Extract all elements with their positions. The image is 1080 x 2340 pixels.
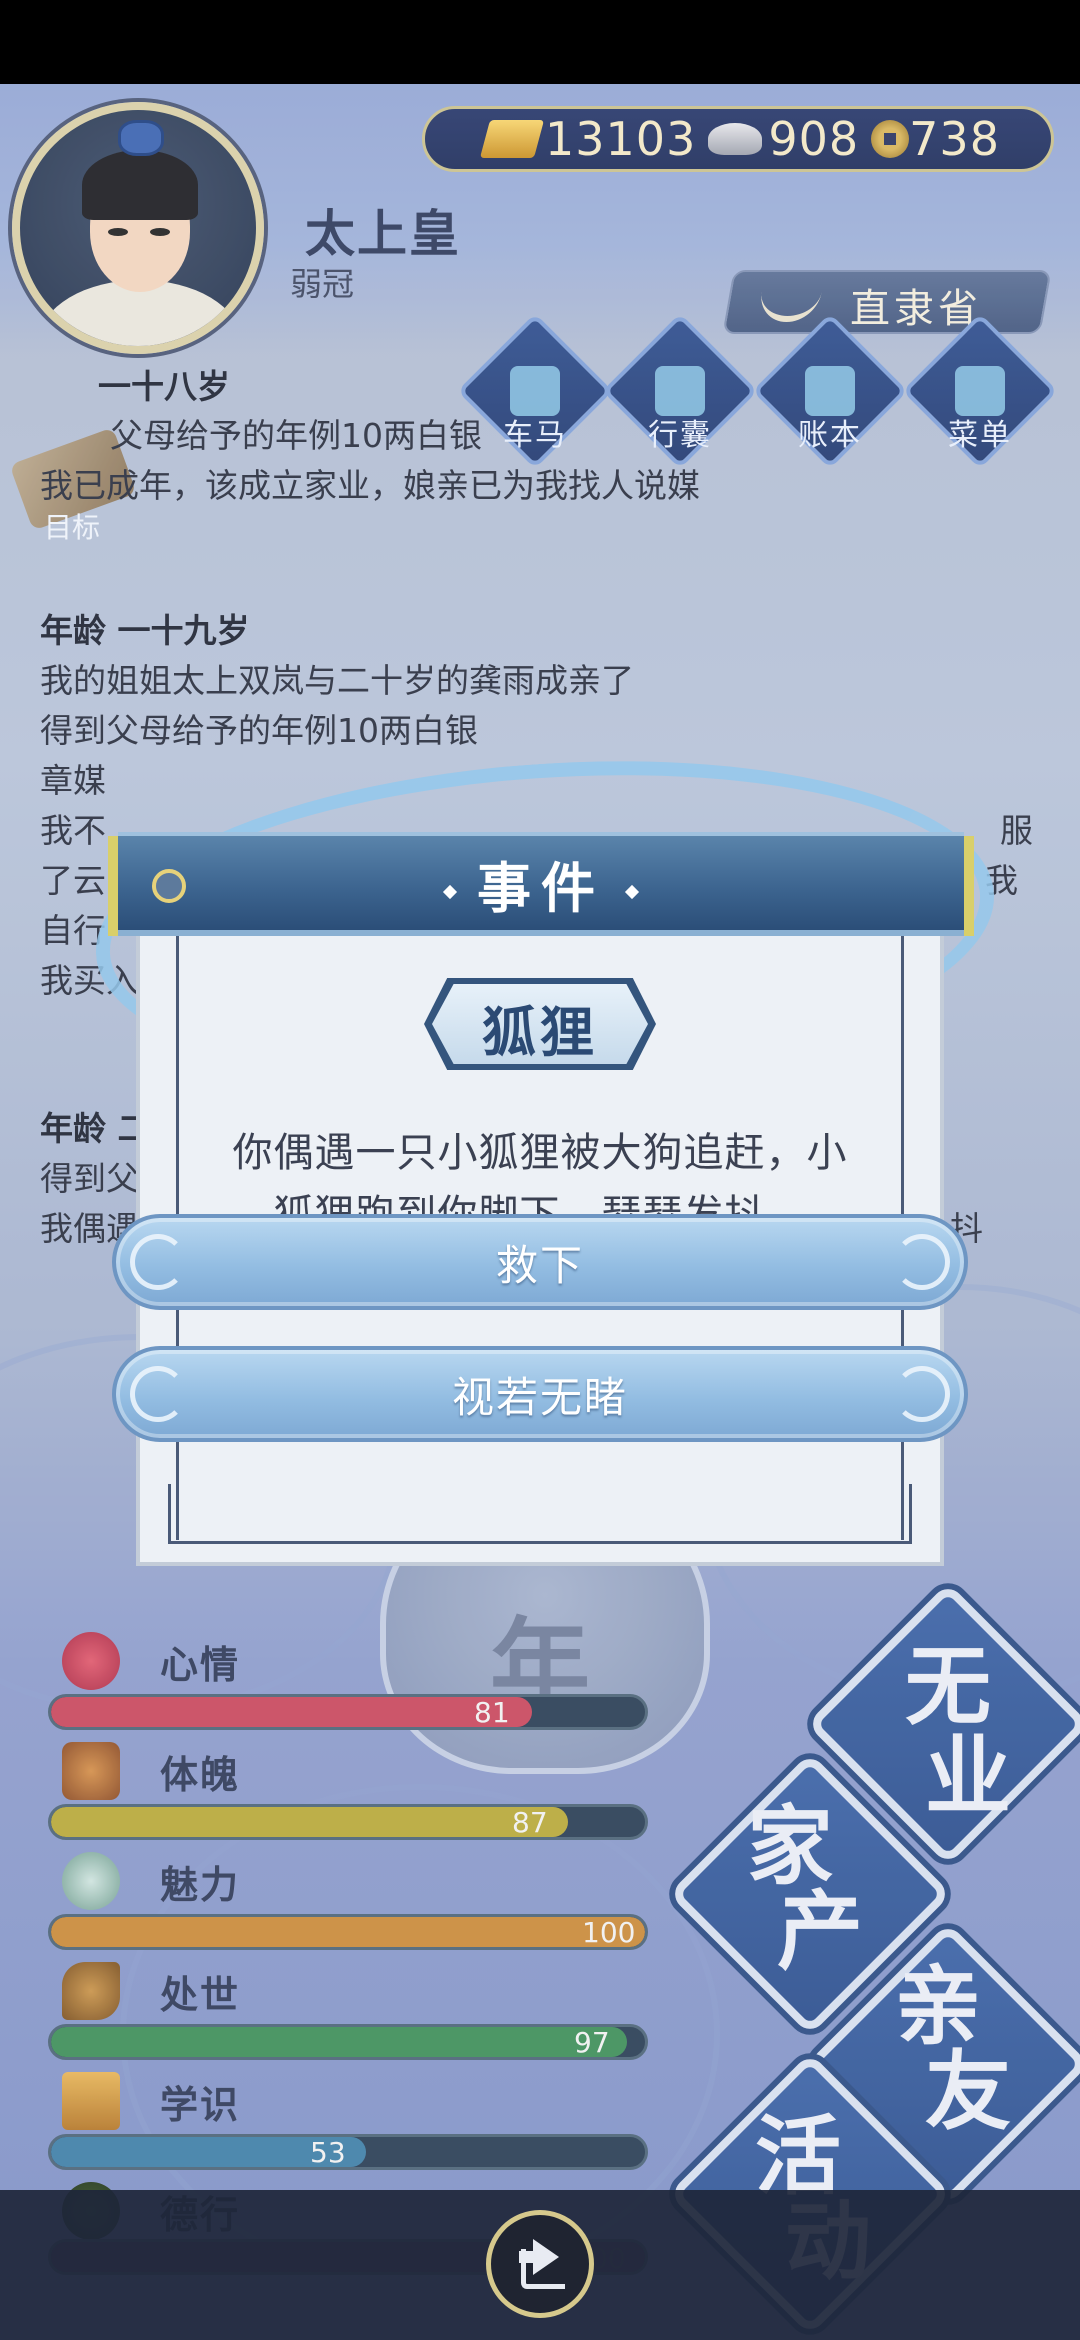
cloud-curl-icon xyxy=(894,1234,950,1290)
choice-ignore-button[interactable]: 视若无睹 xyxy=(112,1346,968,1442)
dialog-title-text: 事件 xyxy=(477,857,605,920)
dialog-bottom-frame xyxy=(168,1484,912,1544)
diamond-dot-icon xyxy=(442,885,458,900)
diamond-dot-icon xyxy=(624,885,640,900)
dialog-title: 事件 xyxy=(118,844,964,923)
event-description-line: 你偶遇一只小狐狸被大狗追赶，小 xyxy=(232,1130,848,1176)
cloud-curl-icon xyxy=(894,1366,950,1422)
event-name: 狐狸 xyxy=(482,1001,598,1064)
game-screen: 太上皇 弱冠 13103 908 738 直隶省 车马 行囊 账本 菜单 目标 … xyxy=(0,84,1080,2340)
share-button[interactable] xyxy=(486,2210,594,2318)
share-arrow xyxy=(533,2239,559,2275)
choice-rescue-button[interactable]: 救下 xyxy=(112,1214,968,1310)
choice-label: 视若无睹 xyxy=(451,1372,628,1422)
cloud-curl-icon xyxy=(130,1234,186,1290)
status-bar xyxy=(0,0,1080,84)
cloud-curl-icon xyxy=(130,1366,186,1422)
choice-label: 救下 xyxy=(495,1240,584,1290)
